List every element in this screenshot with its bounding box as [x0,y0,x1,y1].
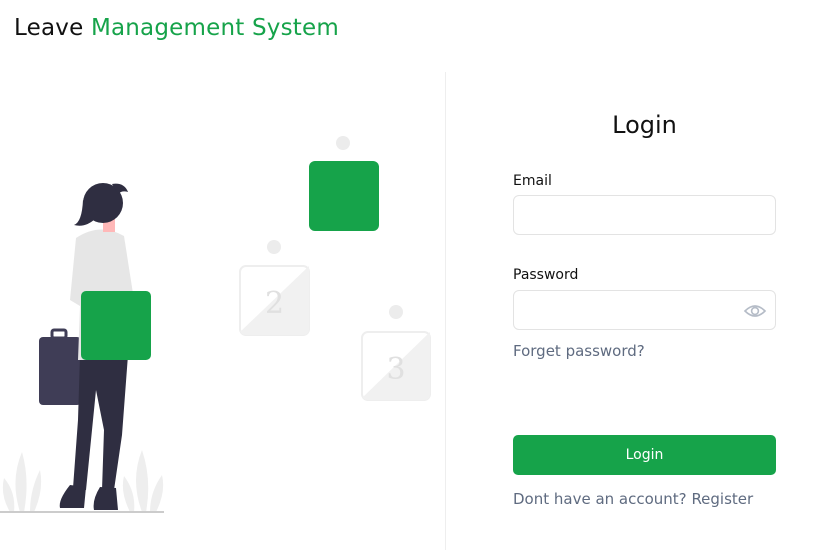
brand-title: Leave Management System [14,13,339,43]
register-prompt: Dont have an account? Register [513,489,753,509]
decor-dot [389,305,403,319]
brand-word-leave: Leave [14,15,84,41]
page: Leave Management System 2 3 Login Email … [0,0,836,550]
register-link[interactable]: Register [691,490,753,508]
brand-word-management-system: Management System [90,15,339,41]
person-figure [39,183,151,510]
decor-dot [336,136,350,150]
forget-password-link[interactable]: Forget password? [513,341,645,361]
password-field-wrapper [513,290,776,330]
plant-left [2,452,42,512]
email-label: Email [513,173,552,189]
email-field-wrapper [513,195,776,235]
panel-divider [445,72,446,550]
password-field[interactable] [514,291,775,329]
hero-illustration: 2 3 [0,130,440,530]
step-card-green [309,161,379,231]
step-card-2: 2 [239,265,310,336]
login-button[interactable]: Login [513,435,776,475]
login-title: Login [612,111,677,139]
step-number: 3 [386,352,405,387]
step-number: 2 [265,286,284,321]
eye-icon[interactable] [743,301,767,321]
email-field[interactable] [514,196,775,234]
step-card-3: 3 [361,331,431,401]
password-label: Password [513,267,579,283]
decor-dot [267,240,281,254]
plant-right [122,450,164,512]
no-account-text: Dont have an account? [513,490,687,508]
